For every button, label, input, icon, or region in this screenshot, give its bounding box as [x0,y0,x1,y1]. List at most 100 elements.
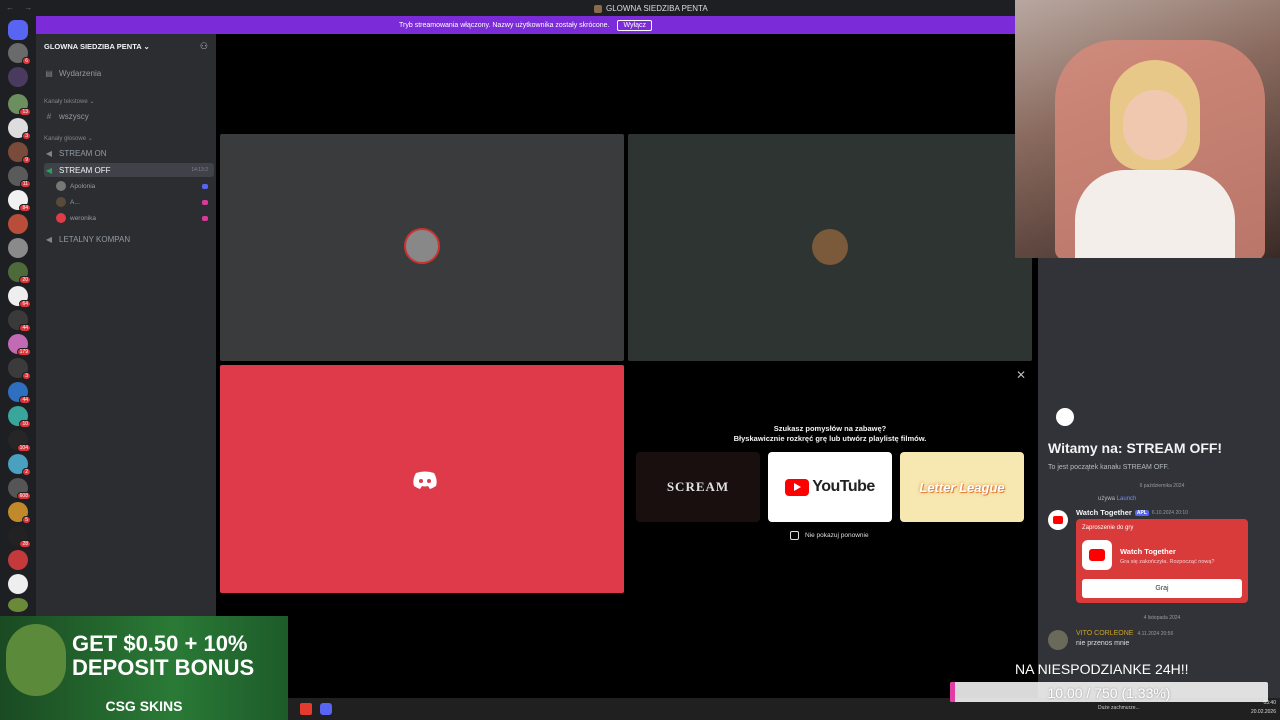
server-badge: 6 [22,57,31,65]
activity-card-scream[interactable]: SCREAM [636,452,760,522]
uses-label: używa [1098,496,1116,502]
dont-show-again-checkbox[interactable]: Nie pokazuj ponownie [790,531,869,540]
voice-user[interactable]: A... [56,196,208,208]
voice-channel-stream-on[interactable]: ◀ STREAM ON [44,146,214,160]
server-icon[interactable] [8,238,28,258]
avatar [812,229,848,265]
channel-label: LETALNY KOMPAN [59,234,131,244]
app-link[interactable]: Launch [1117,496,1137,502]
server-icon[interactable]: 84 [8,190,31,212]
avatar [404,228,440,264]
video-tile-user-2[interactable] [628,134,1032,361]
welcome-title: Witamy na: STREAM OFF! [1048,440,1223,456]
server-icon[interactable]: 104 [8,430,31,452]
discord-taskbar-icon[interactable] [320,703,332,715]
hash-icon: # [46,111,52,121]
streamer-mode-banner: Tryb streamowania włączony. Nazwy użytko… [36,16,1015,34]
server-icon[interactable]: 3 [8,358,31,380]
person-face [1123,90,1187,160]
voice-user-name: weronika [70,214,97,222]
server-icon[interactable] [8,214,28,234]
server-icon[interactable]: 11 [8,166,31,188]
server-icon[interactable]: 44 [8,382,31,404]
youtube-play-icon [785,478,810,496]
server-icon[interactable]: 10 [8,406,31,428]
avatar [56,197,66,207]
server-icon[interactable]: 3 [8,118,31,140]
server-icon[interactable] [8,574,28,594]
invite-title: Watch Together [1120,547,1176,556]
welcome-subtitle: To jest początek kanału STREAM OFF. [1048,464,1169,471]
weather-widget[interactable]: Duże zachmurze... [1098,705,1140,711]
activity-prompt-title: Szukasz pomysłów na zabawę? [773,424,887,433]
server-badge: 3 [22,132,31,140]
ad-line-2: DEPOSIT BONUS [72,655,255,680]
checkbox-label: Nie pokazuj ponownie [805,532,869,539]
server-icon[interactable]: 44 [8,310,31,332]
server-badge: 5 [22,516,31,524]
server-icon [594,4,602,13]
server-badge: 3 [22,372,31,380]
voice-user[interactable]: weronika [56,212,208,224]
server-badge: 11 [19,180,31,188]
server-name[interactable]: GLOWNA SIEDZIBA PENTA ⌄ [44,42,150,51]
ad-line-1: GET $0.50 + 10% [72,631,248,656]
app-badge: APL [1134,509,1149,516]
voice-channel-letalny-kompan[interactable]: ◀ LETALNY KOMPAN [44,232,214,246]
server-icon[interactable]: 28 [8,526,31,548]
server-icon[interactable]: 64 [8,286,31,308]
server-badge: 84 [19,204,31,212]
window-title-text: GLOWNA SIEDZIBA PENTA [606,4,708,13]
ad-headline: GET $0.50 + 10% DEPOSIT BONUS [72,632,254,680]
brave-browser-icon[interactable] [300,703,312,715]
goal-title: NA NIESPODZIANKE 24H!! [1015,661,1189,677]
direct-messages-icon[interactable] [8,20,28,40]
server-icon[interactable]: 179 [8,334,31,356]
close-icon[interactable]: ✕ [1016,368,1026,382]
message-author[interactable]: VITO CORLEONE [1076,630,1133,637]
activity-card-label: SCREAM [666,479,730,494]
server-icon[interactable]: 608 [8,478,31,500]
voice-user[interactable]: Apolonia [56,180,208,192]
play-button[interactable]: Graj [1082,579,1242,598]
app-usage-line: używa Launch [1098,496,1136,502]
avatar[interactable] [1048,630,1068,650]
server-icon[interactable]: 5 [8,502,31,524]
server-icon[interactable]: 13 [8,94,31,116]
video-tile-user-3[interactable] [220,365,624,593]
server-icon[interactable]: 6 [8,43,31,65]
message-time: 4.11.2024 20:56 [1137,630,1174,637]
voice-channel-stream-off[interactable]: ◀ STREAM OFF 14:13:2 [44,163,214,177]
channel-wszyscy[interactable]: # wszyscy [44,109,214,123]
message-author[interactable]: Watch Together [1076,508,1132,517]
game-invite-card: Zaproszenie do gry Watch Together Gra si… [1076,519,1248,603]
server-icon[interactable]: 2 [8,454,31,476]
server-icon[interactable]: 20 [8,262,31,284]
message-time: 6.10.2024 20:10 [1151,509,1188,516]
activity-card-letter-league[interactable]: Letter League [900,452,1024,522]
video-tile-user-1[interactable] [220,134,624,361]
server-icon[interactable]: 9 [8,142,31,164]
goal-progress-text: 10.00 / 750 (1.33%) [1047,685,1171,701]
activity-card-label: YouTube [812,478,875,495]
events-item[interactable]: ▤ Wydarzenia [44,66,214,80]
nav-arrows[interactable]: ← → [6,3,36,12]
add-friend-icon[interactable]: ⚇ [200,41,208,52]
server-badge: 608 [16,492,31,500]
events-label: Wydarzenia [59,68,102,78]
server-badge: 13 [19,108,31,116]
activity-card-youtube[interactable]: YouTube [768,452,892,522]
server-icon[interactable] [8,67,28,87]
server-icon[interactable] [8,550,28,570]
voice-user-name: A... [70,198,80,206]
watch-together-avatar[interactable] [1048,510,1068,530]
goal-progress-bar: 10.00 / 750 (1.33%) [950,682,1268,702]
banner-text: Tryb streamowania włączony. Nazwy użytko… [399,21,610,29]
ad-brand: CSG SKINS [105,698,183,714]
voice-channels-category[interactable]: Kanały głosowe ⌄ [44,135,93,142]
server-icon[interactable] [8,598,28,612]
disable-streamer-mode-button[interactable]: Wyłącz [617,19,652,31]
server-rail: 6 13 3 9 11 84 20 64 44 179 3 44 10 104 … [0,16,36,616]
text-channels-category[interactable]: Kanały tekstowe ⌄ [44,98,94,105]
clock-date[interactable]: 20.02.2026 [1236,709,1276,715]
